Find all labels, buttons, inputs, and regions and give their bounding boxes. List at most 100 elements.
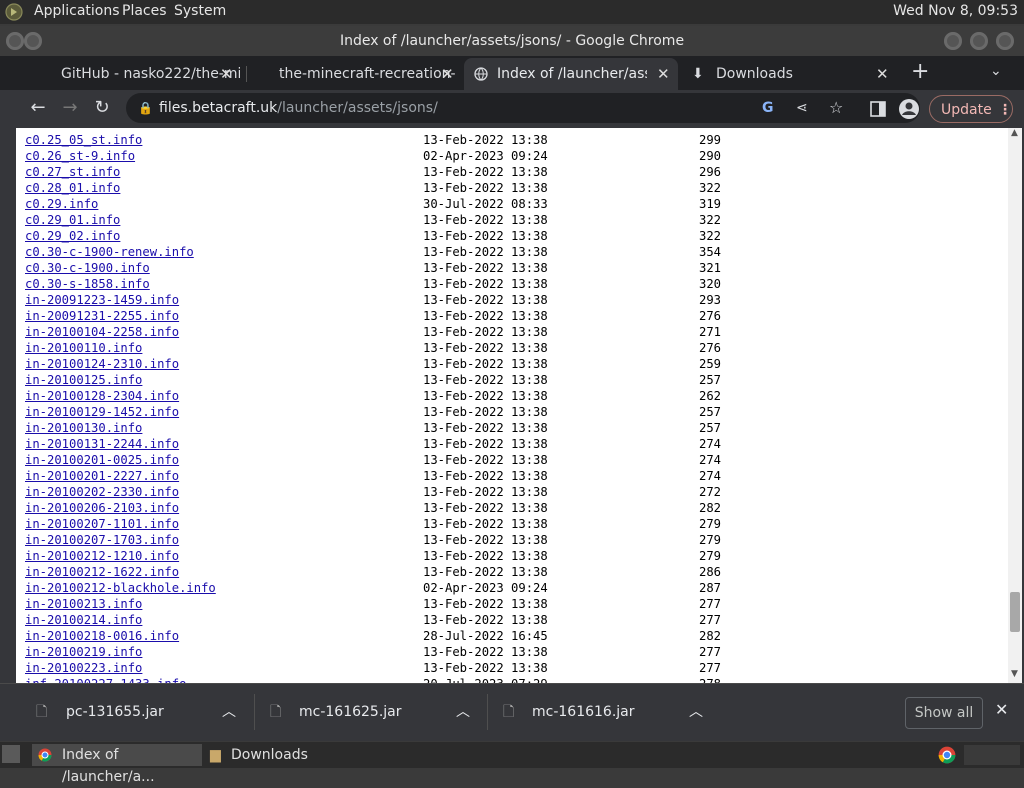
file-link[interactable]: in-20100212-blackhole.info xyxy=(25,581,216,595)
file-link[interactable]: in-20100110.info xyxy=(25,341,142,355)
new-tab-icon[interactable]: + xyxy=(911,59,929,84)
file-link[interactable]: in-20100129-1452.info xyxy=(25,405,179,419)
file-link[interactable]: in-20100201-2227.info xyxy=(25,469,179,483)
file-link[interactable]: in-20100104-2258.info xyxy=(25,325,179,339)
file-size: 354 xyxy=(698,245,721,259)
file-size: 257 xyxy=(698,373,721,387)
menu-applications[interactable]: Applications xyxy=(34,3,120,19)
tab-minecraft-recreation[interactable]: the-minecraft-recreation- ✕ xyxy=(250,58,462,90)
file-link[interactable]: in-20100219.info xyxy=(25,645,142,659)
side-panel-icon[interactable] xyxy=(870,101,886,117)
file-link[interactable]: c0.30-s-1858.info xyxy=(25,277,150,291)
tab-downloads[interactable]: ⬇ Downloads ✕ xyxy=(682,58,896,90)
back-icon[interactable]: ← xyxy=(26,98,50,118)
bookmark-star-icon[interactable]: ☆ xyxy=(829,93,843,123)
file-link[interactable]: in-20100207-1703.info xyxy=(25,533,179,547)
close-shelf-icon[interactable]: ✕ xyxy=(995,700,1008,719)
listing-row: c0.29_02.info 13-Feb-2022 13:38 322 xyxy=(25,228,721,244)
file-link[interactable]: in-20100128-2304.info xyxy=(25,389,179,403)
download-item[interactable]: 🗋 pc-131655.jar ︿ xyxy=(36,684,246,741)
tab-divider xyxy=(246,66,247,82)
file-link[interactable]: in-20100212-1622.info xyxy=(25,565,179,579)
file-link[interactable]: in-20100207-1101.info xyxy=(25,517,179,531)
file-date: 20-Jul-2023 07:29 xyxy=(423,676,548,683)
reload-icon[interactable]: ↻ xyxy=(90,98,114,118)
file-link[interactable]: in-20100213.info xyxy=(25,597,142,611)
update-button[interactable]: Update ⋮ xyxy=(929,95,1013,123)
tab-close-icon[interactable]: ✕ xyxy=(876,58,889,90)
menu-places[interactable]: Places xyxy=(122,3,167,19)
file-link[interactable]: in-20100206-2103.info xyxy=(25,501,179,515)
window-shade-icon[interactable] xyxy=(24,32,42,50)
file-link[interactable]: in-20100214.info xyxy=(25,613,142,627)
file-size: 279 xyxy=(698,517,721,531)
file-link[interactable]: in-20100125.info xyxy=(25,373,142,387)
folder-icon: ▆ xyxy=(210,747,221,763)
file-date: 13-Feb-2022 13:38 xyxy=(423,341,548,355)
chevron-up-icon[interactable]: ︿ xyxy=(456,684,470,741)
tab-index-jsons[interactable]: Index of /launcher/assets/js ✕ xyxy=(464,58,678,90)
window-titlebar[interactable]: Index of /launcher/assets/jsons/ - Googl… xyxy=(0,26,1024,56)
file-size: 278 xyxy=(681,676,721,683)
tab-github[interactable]: GitHub - nasko222/the-mir ✕ xyxy=(30,58,240,90)
file-link[interactable]: in-20100202-2330.info xyxy=(25,485,179,499)
workspace-switcher[interactable] xyxy=(964,745,1020,765)
chevron-up-icon[interactable]: ︿ xyxy=(689,684,703,741)
minimize-icon[interactable] xyxy=(944,32,962,50)
taskbar-downloads-window[interactable]: ▆ Downloads xyxy=(206,744,336,766)
tab-search-chevron-icon[interactable]: ⌄ xyxy=(990,63,1002,79)
close-window-icon[interactable] xyxy=(996,32,1014,50)
listing-row: c0.25_05_st.info 13-Feb-2022 13:38 299 xyxy=(25,132,721,148)
distro-logo-icon[interactable] xyxy=(5,3,23,21)
file-link[interactable]: c0.30-c-1900.info xyxy=(25,261,150,275)
panel-clock[interactable]: Wed Nov 8, 09:53 xyxy=(893,3,1018,19)
google-lens-icon[interactable]: G xyxy=(762,93,774,123)
show-all-button[interactable]: Show all xyxy=(905,697,983,729)
file-link[interactable]: c0.29_01.info xyxy=(25,213,120,227)
scroll-down-arrow-icon[interactable]: ▼ xyxy=(1011,669,1018,679)
file-link[interactable]: c0.29_02.info xyxy=(25,229,120,243)
file-link[interactable]: c0.27_st.info xyxy=(25,165,120,179)
file-link[interactable]: c0.26_st-9.info xyxy=(25,149,135,163)
lock-icon[interactable]: 🔒 xyxy=(138,93,153,123)
chevron-up-icon[interactable]: ︿ xyxy=(222,684,236,741)
tab-close-icon[interactable]: ✕ xyxy=(441,58,454,90)
file-date: 13-Feb-2022 13:38 xyxy=(423,549,548,563)
file-size: 271 xyxy=(698,325,721,339)
scrollbar-thumb[interactable] xyxy=(1010,592,1020,632)
file-link[interactable]: c0.30-c-1900-renew.info xyxy=(25,245,194,259)
forward-icon[interactable]: → xyxy=(58,98,82,118)
download-item[interactable]: 🗋 mc-161625.jar ︿ xyxy=(270,684,480,741)
maximize-icon[interactable] xyxy=(970,32,988,50)
file-link[interactable]: c0.29.info xyxy=(25,197,98,211)
menu-system[interactable]: System xyxy=(174,3,226,19)
file-link[interactable]: c0.28_01.info xyxy=(25,181,120,195)
file-link[interactable]: in-20091231-2255.info xyxy=(25,309,179,323)
file-link[interactable]: in-20100201-0025.info xyxy=(25,453,179,467)
taskbar-chrome-window[interactable]: Index of /launcher/a... xyxy=(32,744,202,785)
file-link[interactable]: in-20100223.info xyxy=(25,661,142,675)
window-title: Index of /launcher/assets/jsons/ - Googl… xyxy=(339,33,685,49)
file-link[interactable]: in-20100218-0016.info xyxy=(25,629,179,643)
file-link[interactable]: in-20100212-1210.info xyxy=(25,549,179,563)
download-item[interactable]: 🗋 mc-161616.jar ︿ xyxy=(503,684,713,741)
file-link[interactable]: in-20091223-1459.info xyxy=(25,293,179,307)
tray-chrome-icon[interactable] xyxy=(938,746,956,764)
file-size: 322 xyxy=(698,229,721,243)
file-link[interactable]: in-20100130.info xyxy=(25,421,142,435)
vertical-scrollbar[interactable]: ▲ ▼ xyxy=(1008,128,1022,683)
file-date: 13-Feb-2022 13:38 xyxy=(423,229,548,243)
scroll-up-arrow-icon[interactable]: ▲ xyxy=(1011,128,1018,138)
file-link[interactable]: in-20100131-2244.info xyxy=(25,437,179,451)
address-bar[interactable]: 🔒 files.betacraft.uk/launcher/assets/jso… xyxy=(126,93,920,123)
profile-avatar-icon[interactable] xyxy=(898,98,920,120)
tab-close-icon[interactable]: ✕ xyxy=(657,58,670,90)
window-menu-icon[interactable] xyxy=(6,32,24,50)
tab-close-icon[interactable]: ✕ xyxy=(220,58,233,90)
taskbar-label: Index of /launcher/a... xyxy=(62,747,155,785)
file-link[interactable]: c0.25_05_st.info xyxy=(25,133,142,147)
file-link[interactable]: in-20100124-2310.info xyxy=(25,357,179,371)
file-size: 279 xyxy=(698,549,721,563)
share-icon[interactable]: ⋖ xyxy=(796,93,808,123)
show-desktop-icon[interactable] xyxy=(2,745,20,763)
